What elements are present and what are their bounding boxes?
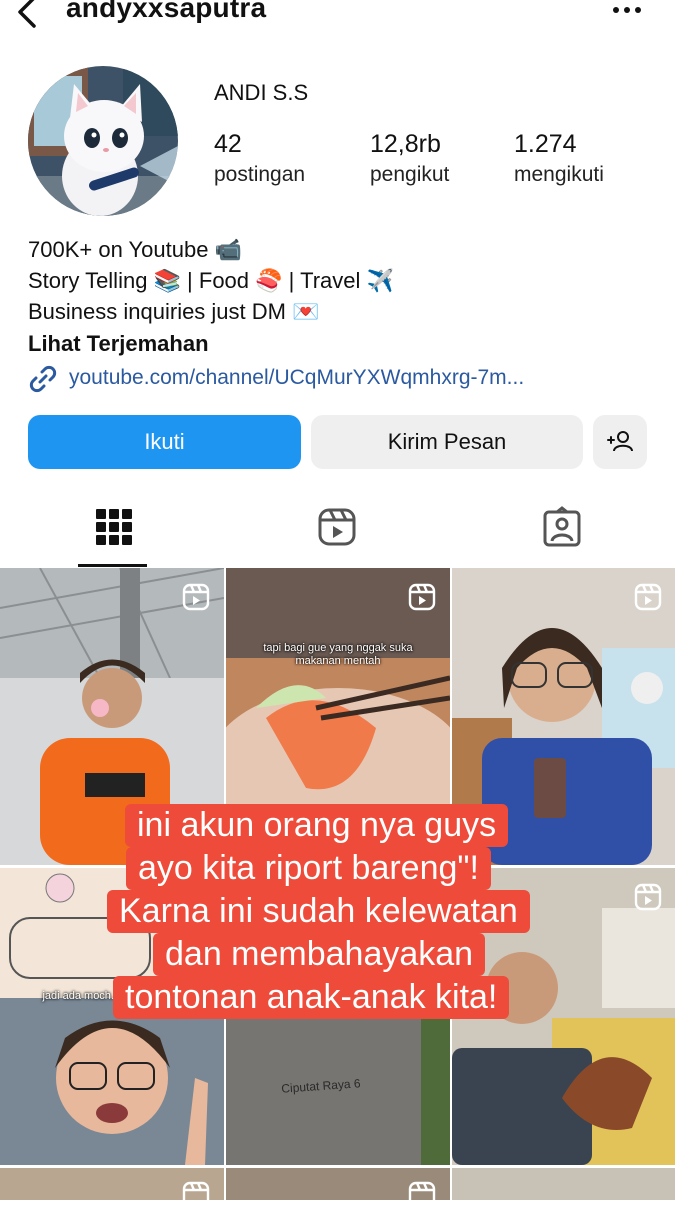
posts-label: postingan [214,163,306,186]
overlay-line: ayo kita riport bareng"! [126,847,491,890]
grid-post[interactable] [452,1168,675,1200]
reels-icon[interactable] [315,505,359,549]
grid-icon[interactable] [92,505,136,549]
overlay-line: dan membahayakan [153,933,486,976]
follow-button[interactable]: Ikuti [28,415,301,469]
reel-badge-icon [182,583,210,611]
post-caption: tapi bagi gue yang nggak suka makanan me… [263,642,413,667]
suggest-people-button[interactable] [593,415,647,469]
see-translation-link[interactable]: Lihat Terjemahan [28,331,209,357]
profile-link[interactable]: youtube.com/channel/UCqMurYXWqmhxrg-7m..… [69,366,524,390]
followers-label[interactable]: pengikut [370,163,449,187]
following-label[interactable]: mengikuti [514,163,604,187]
bio-line: Story Telling 📚 | Food 🍣 | Travel ✈️ [28,268,394,293]
send-message-button[interactable]: Kirim Pesan [311,415,583,469]
post-thumbnail [452,1168,675,1200]
display-name: ANDI S.S [214,80,309,105]
overlay-line: ini akun orang nya guys [125,804,509,847]
bio-line: Business inquiries just DM 💌 [28,299,320,324]
reel-badge-icon [182,1181,210,1209]
reel-badge-icon [634,583,662,611]
active-tab-indicator [78,564,147,567]
text-overlay: ini akun orang nya guys ayo kita riport … [0,796,675,1036]
overlay-line: tontonan anak-anak kita! [113,976,510,1019]
back-chevron-icon[interactable] [10,0,44,34]
profile-username: andyxxsaputra [66,0,267,23]
followers-count[interactable]: 12,8rb [370,130,441,159]
avatar[interactable] [28,66,178,216]
bio-line: 700K+ on Youtube 📹 [28,237,242,262]
overlay-line: Karna ini sudah kelewatan [107,890,530,933]
reel-badge-icon [408,1181,436,1209]
more-options-icon[interactable] [610,0,644,28]
reel-badge-icon [408,583,436,611]
link-icon [29,365,57,393]
tagged-icon[interactable] [540,505,584,549]
add-person-icon [607,431,633,452]
following-count[interactable]: 1.274 [514,130,577,159]
posts-count: 42 [214,130,242,158]
